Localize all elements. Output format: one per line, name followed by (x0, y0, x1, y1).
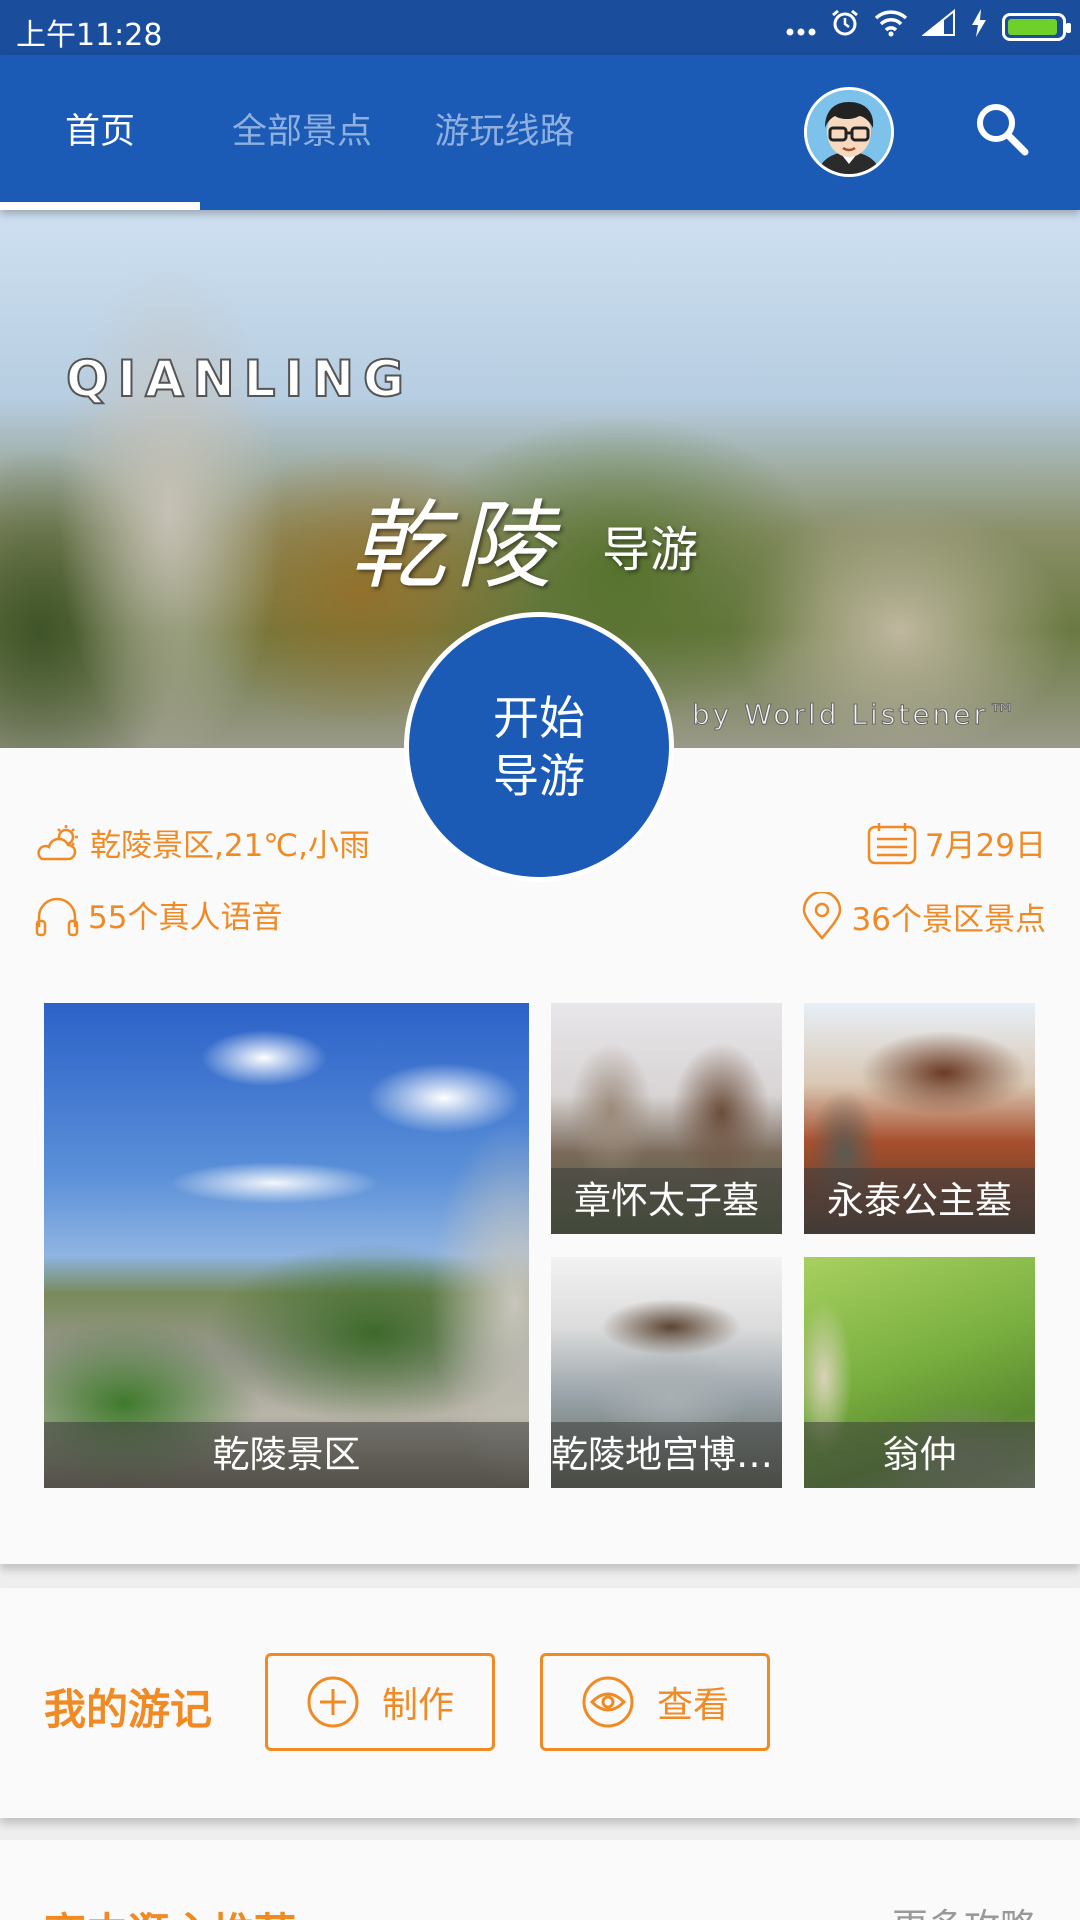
attraction-tile-yongtai-tomb[interactable]: 永泰公主墓 (804, 1003, 1035, 1234)
tab-tour-routes[interactable]: 游玩线路 (402, 55, 607, 210)
calendar-icon (867, 822, 917, 864)
charging-icon (970, 8, 988, 46)
date-info: 7月29日 (867, 820, 1046, 865)
travel-notes-title: 我的游记 (44, 1685, 213, 1734)
app-bar: 首页 全部景点 游玩线路 (0, 55, 1080, 210)
battery-level (1008, 19, 1057, 35)
attraction-tile-label: 乾陵地宫博物馆 (551, 1422, 782, 1488)
attraction-tile-zhanghuai-tomb[interactable]: 章怀太子墓 (551, 1003, 782, 1234)
banner-byline: by World Listener™ (691, 698, 1020, 732)
banner-title: 乾陵 (350, 490, 562, 602)
voice-count-info: 55个真人语音 (34, 892, 282, 937)
recommendation-more-link[interactable]: 更多攻略 (892, 1898, 1036, 1920)
wifi-icon (874, 9, 908, 45)
attraction-tile-label: 永泰公主墓 (804, 1168, 1035, 1234)
voice-count-text: 55个真人语音 (88, 900, 283, 936)
attraction-tile-underground-museum[interactable]: 乾陵地宫博物馆 (551, 1257, 782, 1488)
search-button[interactable] (972, 99, 1032, 159)
attraction-tile-label: 章怀太子墓 (551, 1168, 782, 1234)
battery-icon (1002, 13, 1071, 41)
eye-icon (582, 1676, 634, 1728)
attraction-tile-qianling[interactable]: 乾陵景区 (44, 1003, 529, 1488)
recommendation-title: 离中逛主推荐 (44, 1900, 296, 1920)
plus-circle-icon (307, 1676, 359, 1728)
start-tour-line1: 开始 (493, 691, 585, 745)
weather-info: 乾陵景区,21℃,小雨 (34, 820, 370, 865)
tab-all-attractions[interactable]: 全部景点 (202, 55, 402, 210)
alarm-icon (830, 8, 860, 46)
status-icons (786, 8, 1071, 46)
start-tour-line2: 导游 (493, 749, 585, 803)
weather-icon (37, 824, 78, 860)
view-travel-notes-button[interactable]: 查看 (540, 1653, 770, 1751)
spots-count-info: 36个景区景点 (800, 892, 1046, 940)
user-avatar[interactable] (804, 87, 894, 177)
attraction-tile-label: 乾陵景区 (44, 1422, 529, 1488)
location-pin-icon (802, 892, 841, 940)
tab-home[interactable]: 首页 (0, 55, 200, 210)
spots-count-text: 36个景区景点 (851, 901, 1046, 938)
date-text: 7月29日 (924, 828, 1046, 864)
status-bar: 上午11:28 (0, 0, 1080, 55)
attraction-tile-label: 翁仲 (804, 1422, 1035, 1488)
make-label: 制作 (381, 1685, 454, 1726)
headphones-icon (35, 897, 79, 936)
banner-subtitle: 导游 (602, 522, 699, 578)
weather-text: 乾陵景区,21℃,小雨 (90, 828, 370, 864)
attraction-tile-wengzhong[interactable]: 翁仲 (804, 1257, 1035, 1488)
banner-latin-title: QIANLING (65, 349, 413, 409)
search-icon (977, 104, 1029, 156)
avatar-face-icon (807, 90, 891, 174)
active-tab-indicator (0, 202, 200, 210)
status-time: 上午11:28 (16, 18, 163, 53)
signal-icon (921, 8, 956, 45)
make-travel-note-button[interactable]: 制作 (265, 1653, 495, 1751)
start-tour-button[interactable]: 开始 导游 (404, 612, 674, 882)
more-icon (786, 10, 816, 45)
view-label: 查看 (656, 1685, 729, 1726)
